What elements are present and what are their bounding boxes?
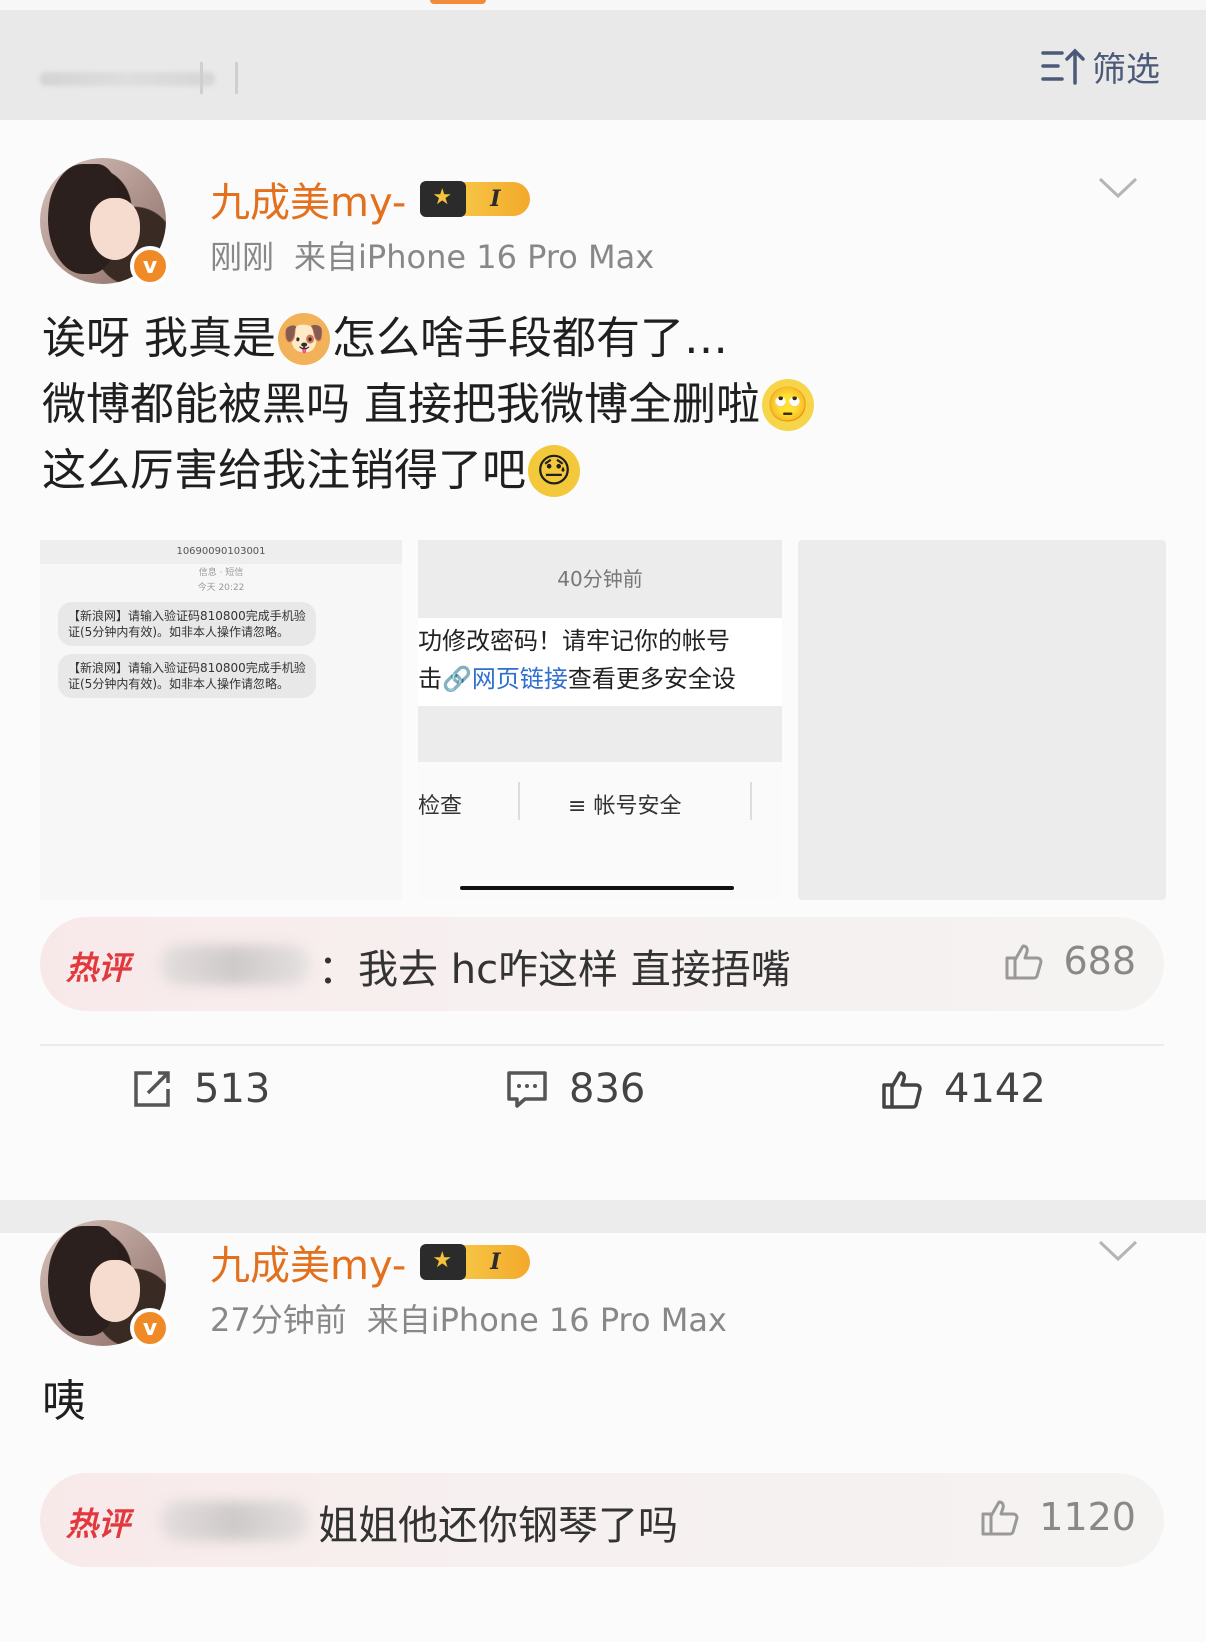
crown-icon xyxy=(420,181,467,217)
verified-badge: v xyxy=(130,246,170,286)
comment-count: 836 xyxy=(569,1066,646,1112)
hot-comment-tag: 热评 xyxy=(66,949,131,987)
notice-tab-left: 检查 xyxy=(418,794,463,819)
hot-comment-text: ：我去 hc咋这样 直接捂嘴 xyxy=(318,947,791,993)
username-row[interactable]: 九成美my- I xyxy=(210,170,531,228)
blurred-commenter xyxy=(160,945,310,985)
image-thumb-notice[interactable]: 40分钟前 功修改密码！请牢记你的帐号 击🔗网页链接查看更多安全设 检查 ≡ 帐… xyxy=(418,540,782,900)
like-button[interactable]: 4142 xyxy=(880,1066,1046,1112)
hot-comment-text: 姐姐他还你钢琴了吗 xyxy=(318,1503,678,1549)
content-line: 这么厉害给我注销得了吧 xyxy=(42,445,526,496)
post-meta: 刚刚 来自iPhone 16 Pro Max xyxy=(210,232,654,278)
filter-bar: 筛选 xyxy=(0,10,1206,120)
comment-button[interactable]: 836 xyxy=(505,1066,645,1112)
sms-sender: 10690090103001 xyxy=(40,540,402,564)
thumbs-up-icon xyxy=(882,1071,922,1109)
notice-link: 🔗网页链接 xyxy=(442,665,568,693)
blurred-commenter xyxy=(160,1501,310,1541)
avatar[interactable]: v xyxy=(40,1220,170,1348)
repost-icon xyxy=(134,1071,170,1107)
vip-level: I xyxy=(460,1245,531,1279)
hot-comment[interactable]: 热评 姐姐他还你钢琴了吗 1120 xyxy=(40,1473,1164,1567)
content-line: 诶呀 我真是 xyxy=(42,313,276,364)
image-thumb-sms[interactable]: 10690090103001 信息 · 短信 今天 20:22 【新浪网】请输入… xyxy=(40,540,402,900)
image-grid: 10690090103001 信息 · 短信 今天 20:22 【新浪网】请输入… xyxy=(40,540,1166,900)
avatar[interactable]: v xyxy=(40,158,170,286)
post-content: 咦 xyxy=(42,1369,86,1435)
post-card[interactable]: v 九成美my- I 刚刚来自iPhone 16 Pro Max 诶呀 我真是 … xyxy=(0,120,1206,1200)
home-indicator xyxy=(460,886,734,890)
active-tab-indicator xyxy=(430,0,486,4)
sms-sub1: 信息 · 短信 xyxy=(198,568,244,578)
thumbs-up-icon xyxy=(981,1500,1019,1536)
post-time: 刚刚 xyxy=(210,238,275,276)
post-source: 来自iPhone 16 Pro Max xyxy=(294,238,655,276)
filter-button[interactable]: 筛选 xyxy=(1040,44,1160,90)
hot-comment-like-count: 1120 xyxy=(1039,1495,1136,1539)
dog-emoji-icon: 🐶 xyxy=(278,313,330,365)
hot-comment-likes[interactable]: 1120 xyxy=(979,1495,1136,1539)
notice-line: 功修改密码！请牢记你的帐号 xyxy=(418,627,730,655)
username[interactable]: 九成美my- xyxy=(210,1233,406,1291)
chevron-down-icon[interactable] xyxy=(1098,176,1138,200)
post-time: 27分钟前 xyxy=(210,1301,347,1339)
chevron-down-icon[interactable] xyxy=(1098,1239,1138,1263)
sms-sub2: 今天 20:22 xyxy=(197,583,245,593)
blurred-tabs xyxy=(40,60,250,96)
notice-tabs: 检查 ≡ 帐号安全 xyxy=(418,762,782,852)
content-line: 微博都能被黑吗 直接把我微博全删啦 xyxy=(42,379,760,430)
vip-level: I xyxy=(460,182,531,216)
hot-comment-like-count: 688 xyxy=(1063,939,1136,983)
divider xyxy=(40,1044,1164,1046)
like-count: 4142 xyxy=(944,1066,1046,1112)
post-content: 诶呀 我真是 🐶 怎么啥手段都有了… 微博都能被黑吗 直接把我微博全删啦 🙄 这… xyxy=(42,306,816,504)
repost-count: 513 xyxy=(194,1066,271,1112)
sweat-emoji-icon: 😓 xyxy=(528,445,580,497)
crown-icon xyxy=(420,1244,467,1280)
notice-text: 功修改密码！请牢记你的帐号 击🔗网页链接查看更多安全设 xyxy=(418,618,782,706)
notice-spacer xyxy=(418,706,782,762)
image-thumb-blank[interactable] xyxy=(798,540,1166,900)
notice-time: 40分钟前 xyxy=(418,540,782,618)
content-line: 咦 xyxy=(42,1376,86,1427)
notice-pre: 击 xyxy=(418,665,442,693)
notice-post: 查看更多安全设 xyxy=(567,665,736,693)
status-strip xyxy=(0,0,1206,10)
post-source: 来自iPhone 16 Pro Max xyxy=(366,1301,727,1339)
thumbs-up-icon xyxy=(1005,944,1043,980)
eye-roll-emoji-icon: 🙄 xyxy=(762,379,814,431)
sms-bubble: 【新浪网】请输入验证码810800完成手机验证(5分钟内有效)。如非本人操作请忽… xyxy=(58,602,316,646)
vip-badge[interactable]: I xyxy=(420,179,531,219)
hot-comment-tag: 热评 xyxy=(66,1505,131,1543)
post-meta: 27分钟前 来自iPhone 16 Pro Max xyxy=(210,1295,727,1341)
filter-label: 筛选 xyxy=(1092,49,1160,90)
post-card[interactable]: v 九成美my- I 27分钟前来自iPhone 16 Pro Max 咦 热评… xyxy=(0,1220,1206,1642)
post-separator xyxy=(0,1200,1206,1233)
action-bar: 513 836 4142 xyxy=(0,1066,1206,1126)
username[interactable]: 九成美my- xyxy=(210,170,406,228)
sms-bubble: 【新浪网】请输入验证码810800完成手机验证(5分钟内有效)。如非本人操作请忽… xyxy=(58,654,316,698)
content-line: 怎么啥手段都有了… xyxy=(332,313,728,364)
repost-button[interactable]: 513 xyxy=(130,1066,270,1112)
username-row[interactable]: 九成美my- I xyxy=(210,1233,531,1291)
verified-badge: v xyxy=(130,1308,170,1348)
notice-tab-right: ≡ 帐号安全 xyxy=(568,794,682,819)
vip-badge[interactable]: I xyxy=(420,1242,531,1282)
hot-comment-likes[interactable]: 688 xyxy=(1003,939,1136,983)
hot-comment[interactable]: 热评 ：我去 hc咋这样 直接捂嘴 688 xyxy=(40,917,1164,1011)
comment-icon xyxy=(507,1071,547,1108)
sort-filter-icon xyxy=(1041,48,1085,85)
